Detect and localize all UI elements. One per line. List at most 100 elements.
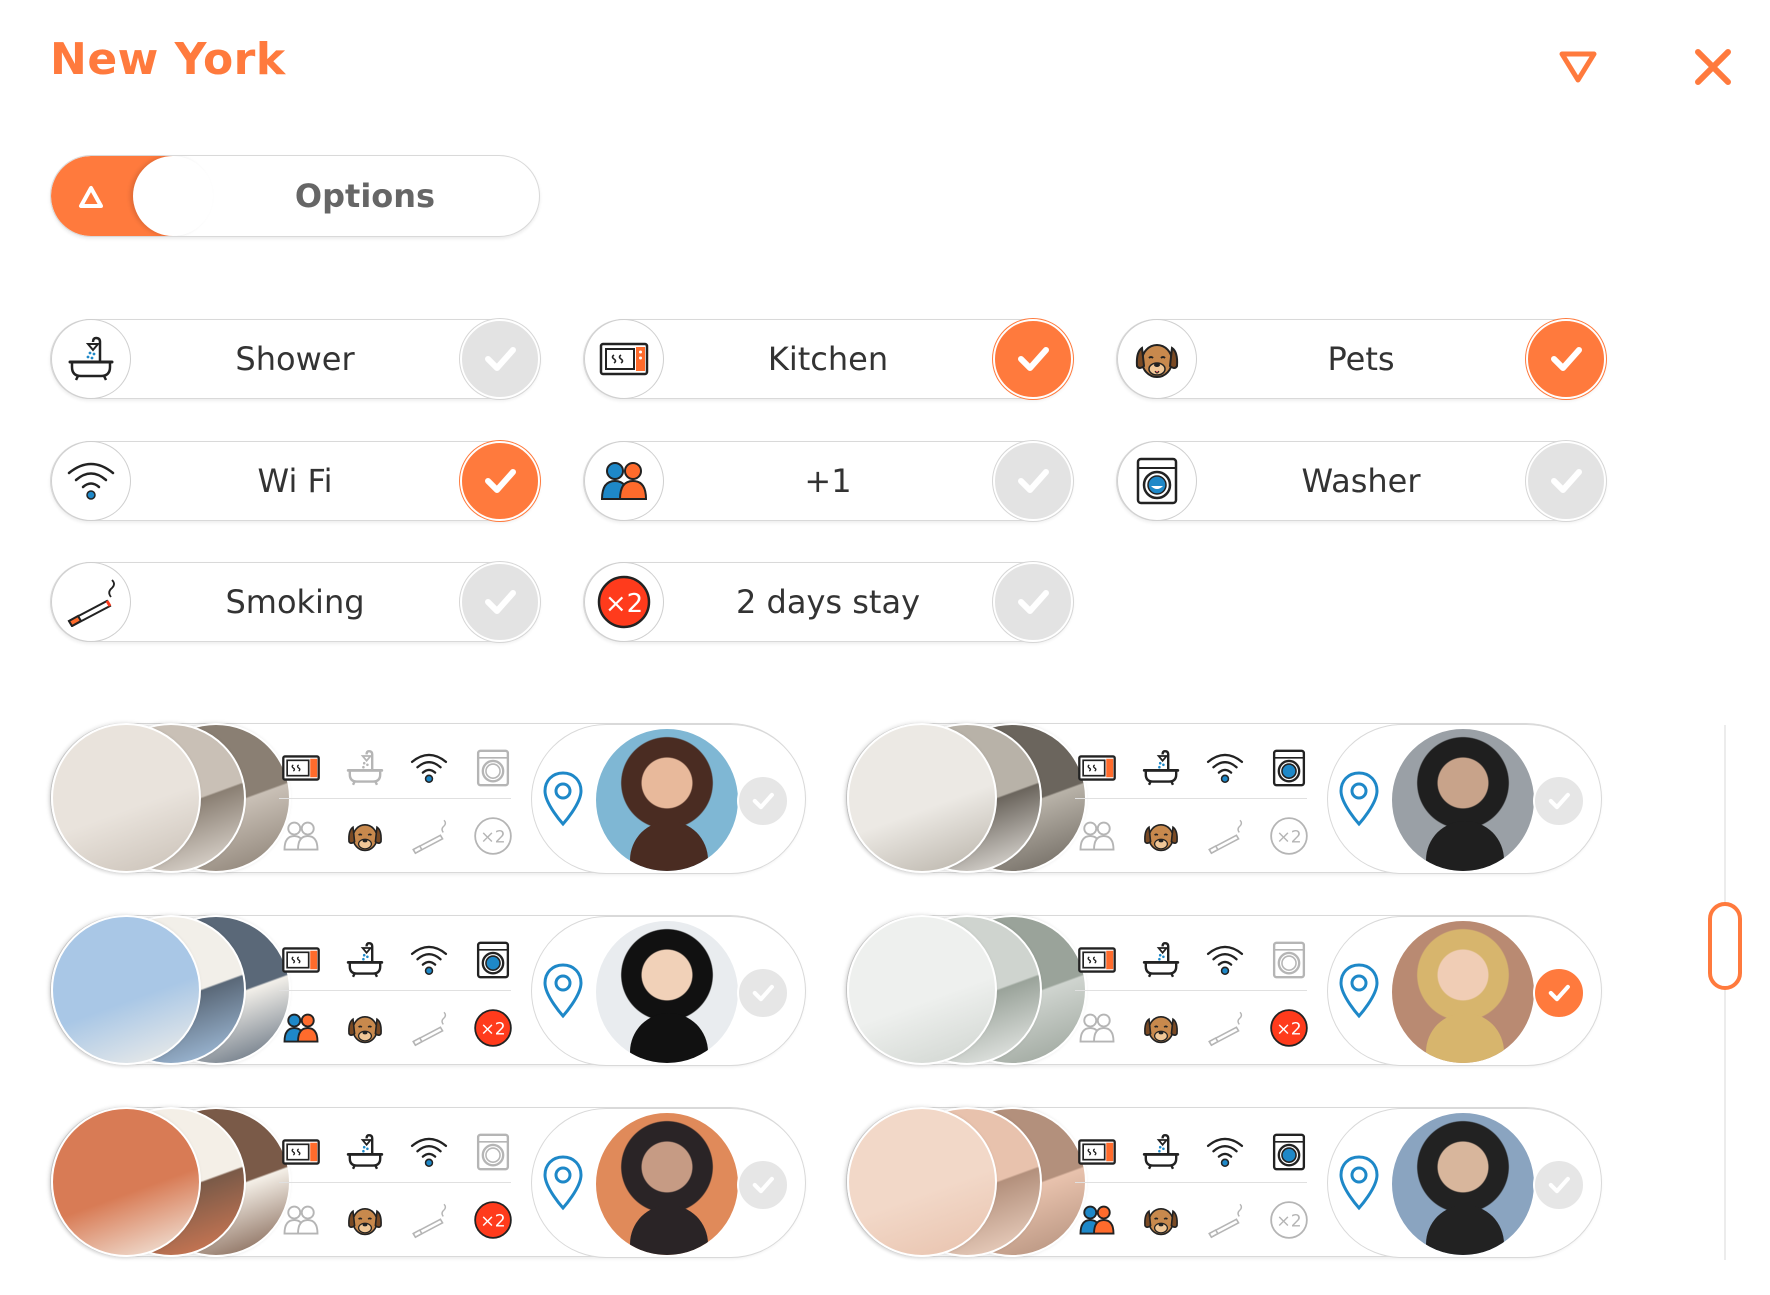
amenity-kitchen-icon [1077, 940, 1117, 980]
filter-button[interactable] [1556, 44, 1600, 88]
amenity-two-days-icon: ×2 [473, 816, 513, 856]
amenity-wifi-icon [409, 748, 449, 788]
amenity-shower-icon [1141, 748, 1181, 788]
host-location-pill [1327, 916, 1602, 1066]
room-photo[interactable] [847, 723, 997, 873]
option-checkbox[interactable] [993, 319, 1073, 399]
location-pin-icon[interactable] [1338, 962, 1380, 1020]
option-plus-one[interactable]: +1 [583, 441, 1073, 521]
option-checkbox[interactable] [460, 319, 540, 399]
host-location-pill [1327, 1108, 1602, 1258]
listing-select-checkbox[interactable] [1533, 775, 1585, 827]
amenity-pets-icon [1141, 1200, 1181, 1240]
option-checkbox[interactable] [460, 441, 540, 521]
close-button[interactable] [1690, 44, 1736, 90]
option-two-days-stay[interactable]: ×2 2 days stay [583, 562, 1073, 642]
host-avatar[interactable] [1390, 919, 1536, 1065]
option-pets[interactable]: Pets [1116, 319, 1606, 399]
listing-card[interactable]: ×2 [846, 915, 1602, 1066]
listing-select-checkbox[interactable] [1533, 1159, 1585, 1211]
location-pin-icon[interactable] [1338, 1154, 1380, 1212]
options-knob[interactable] [51, 156, 213, 236]
amenity-kitchen-icon [281, 1132, 321, 1172]
svg-text:×2: ×2 [1276, 827, 1301, 847]
host-avatar[interactable] [594, 727, 740, 873]
amenity-plus-one-icon [281, 1200, 321, 1240]
location-pin-icon[interactable] [542, 1154, 584, 1212]
amenity-kitchen-icon [1077, 1132, 1117, 1172]
checkmark-icon [1018, 590, 1049, 614]
listing-card[interactable]: ×2 [50, 723, 806, 874]
amenity-pets-icon [1141, 816, 1181, 856]
listing-select-checkbox[interactable] [1533, 967, 1585, 1019]
amenity-divider [1075, 798, 1307, 799]
cigarette-icon [67, 579, 115, 627]
amenity-smoking-icon [409, 1200, 449, 1240]
listing-select-checkbox[interactable] [737, 775, 789, 827]
host-location-pill [1327, 724, 1602, 874]
option-label: Shower [235, 340, 355, 378]
listing-card[interactable]: ×2 [846, 1107, 1602, 1258]
location-pin-icon[interactable] [1338, 770, 1380, 828]
room-photo[interactable] [847, 915, 997, 1065]
option-washer[interactable]: Washer [1116, 441, 1606, 521]
host-avatar[interactable] [1390, 1111, 1536, 1257]
host-avatar[interactable] [1390, 727, 1536, 873]
option-checkbox[interactable] [1526, 441, 1606, 521]
checkmark-icon [485, 590, 516, 614]
amenity-washer-icon [473, 748, 513, 788]
scrollbar-track[interactable] [1724, 725, 1726, 1260]
amenity-kitchen-icon [281, 940, 321, 980]
amenity-washer-icon [473, 940, 513, 980]
svg-text:×2: ×2 [1276, 1211, 1301, 1231]
option-wifi[interactable]: Wi Fi [50, 441, 540, 521]
amenity-smoking-icon [409, 816, 449, 856]
checkmark-icon [1548, 984, 1570, 1002]
location-pin-icon[interactable] [542, 962, 584, 1020]
option-checkbox[interactable] [460, 562, 540, 642]
amenity-shower-icon [345, 1132, 385, 1172]
scrollbar-thumb[interactable] [1708, 902, 1742, 990]
checkmark-icon [485, 347, 516, 371]
option-label: 2 days stay [736, 583, 920, 621]
amenity-wifi-icon [1205, 748, 1245, 788]
svg-text:×2: ×2 [1276, 1019, 1301, 1039]
amenity-two-days-icon: ×2 [1269, 1200, 1309, 1240]
option-checkbox[interactable] [1526, 319, 1606, 399]
option-shower[interactable]: Shower [50, 319, 540, 399]
option-label: +1 [804, 462, 852, 500]
options-toggle[interactable]: Options [50, 155, 540, 237]
amenity-plus-one-icon [1077, 1008, 1117, 1048]
checkmark-icon [1548, 1176, 1570, 1194]
option-kitchen[interactable]: Kitchen [583, 319, 1073, 399]
amenity-plus-one-icon [1077, 816, 1117, 856]
amenity-pets-icon [345, 1200, 385, 1240]
checkmark-icon [1551, 469, 1582, 493]
host-avatar[interactable] [594, 1111, 740, 1257]
listing-card[interactable]: ×2 [846, 723, 1602, 874]
amenity-washer-icon [1269, 940, 1309, 980]
option-checkbox[interactable] [993, 562, 1073, 642]
amenity-divider [1075, 990, 1307, 991]
amenity-pets-icon [1141, 1008, 1181, 1048]
location-pin-icon[interactable] [542, 770, 584, 828]
room-photo[interactable] [847, 1107, 997, 1257]
room-photo[interactable] [51, 723, 201, 873]
listing-select-checkbox[interactable] [737, 1159, 789, 1211]
option-label: Smoking [225, 583, 365, 621]
option-checkbox[interactable] [993, 441, 1073, 521]
amenity-divider [279, 1182, 511, 1183]
listing-select-checkbox[interactable] [737, 967, 789, 1019]
option-label: Kitchen [767, 340, 889, 378]
room-photo[interactable] [51, 915, 201, 1065]
option-smoking[interactable]: Smoking [50, 562, 540, 642]
room-photo[interactable] [51, 1107, 201, 1257]
triangle-down-icon [1559, 51, 1597, 83]
amenity-wifi-icon [1205, 940, 1245, 980]
washer-icon [1136, 457, 1178, 505]
listing-card[interactable]: ×2 [50, 1107, 806, 1258]
host-avatar[interactable] [594, 919, 740, 1065]
svg-text:×2: ×2 [480, 1019, 505, 1039]
listing-card[interactable]: ×2 [50, 915, 806, 1066]
close-icon [1695, 49, 1731, 85]
